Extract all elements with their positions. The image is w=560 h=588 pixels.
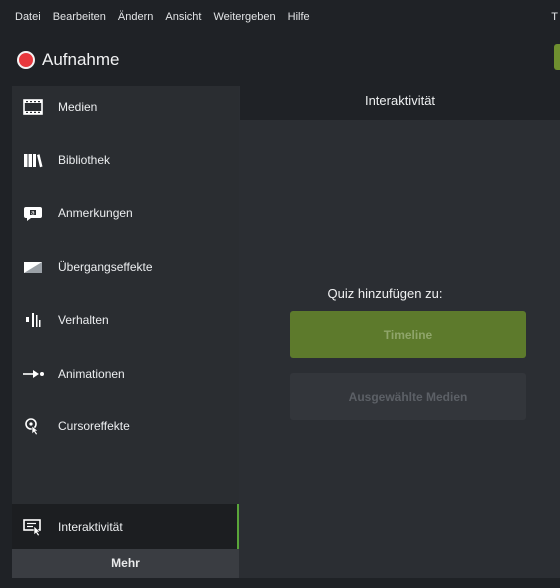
tools-sidebar: Medien Bibliothek a Anmerkungen Übergang… [12, 86, 239, 578]
sidebar-item-label: Animationen [58, 367, 125, 381]
sidebar-item-medien[interactable]: Medien [12, 87, 239, 127]
animation-arrow-icon [22, 365, 44, 383]
quiz-prompt: Quiz hinzufügen zu: [327, 286, 443, 301]
sidebar-item-label: Verhalten [58, 313, 109, 327]
sidebar-item-label: Bibliothek [58, 153, 111, 167]
svg-text:a: a [31, 210, 35, 217]
sidebar-item-label: Cursoreffekte [58, 419, 130, 433]
sidebar-item-bibliothek[interactable]: Bibliothek [12, 140, 239, 180]
app-window: Datei Bearbeiten Ändern Ansicht Weiterge… [0, 0, 560, 588]
sidebar-item-label: Übergangseffekte [58, 260, 153, 274]
record-button-label[interactable]: Aufnahme [42, 50, 120, 70]
add-to-timeline-button[interactable]: Timeline [290, 311, 526, 358]
sidebar-item-interaktivitaet[interactable]: Interaktivität [12, 504, 239, 549]
library-books-icon [22, 151, 44, 169]
annotation-callout-icon: a [22, 204, 44, 222]
panel-title: Interaktivität [240, 86, 560, 120]
left-gutter [0, 86, 12, 588]
menu-ansicht[interactable]: Ansicht [159, 0, 207, 34]
sidebar-item-cursoreffekte[interactable]: Cursoreffekte [12, 406, 239, 446]
menu-datei[interactable]: Datei [0, 0, 47, 34]
more-button[interactable]: Mehr [12, 549, 239, 578]
sidebar-item-uebergangseffekte[interactable]: Übergangseffekte [12, 247, 239, 287]
sidebar-item-anmerkungen[interactable]: a Anmerkungen [12, 193, 239, 233]
sidebar-item-verhalten[interactable]: Verhalten [12, 300, 239, 340]
sidebar-item-animationen[interactable]: Animationen [12, 354, 239, 394]
menu-hilfe[interactable]: Hilfe [282, 0, 316, 34]
transition-icon [22, 258, 44, 276]
menu-bearbeiten[interactable]: Bearbeiten [47, 0, 112, 34]
bottom-strip [0, 578, 560, 588]
sidebar-item-label: Anmerkungen [58, 206, 133, 220]
cursor-effect-icon [22, 417, 44, 435]
share-button-edge[interactable] [554, 44, 560, 70]
sidebar-item-label: Interaktivität [58, 519, 123, 534]
menu-bar: Datei Bearbeiten Ändern Ansicht Weiterge… [0, 0, 560, 34]
film-strip-icon [22, 98, 44, 116]
record-bar: Aufnahme [0, 34, 560, 86]
interactivity-icon [22, 518, 44, 536]
menu-aendern[interactable]: Ändern [112, 0, 159, 34]
behavior-bars-icon [22, 311, 44, 329]
interactivity-panel: Quiz hinzufügen zu: Timeline Ausgewählte… [240, 120, 560, 578]
record-dot-icon[interactable] [17, 51, 35, 69]
add-to-selected-media-button[interactable]: Ausgewählte Medien [290, 373, 526, 420]
menu-weitergeben[interactable]: Weitergeben [207, 0, 281, 34]
menu-truncated-item[interactable]: T [551, 0, 560, 34]
sidebar-item-label: Medien [58, 100, 98, 114]
